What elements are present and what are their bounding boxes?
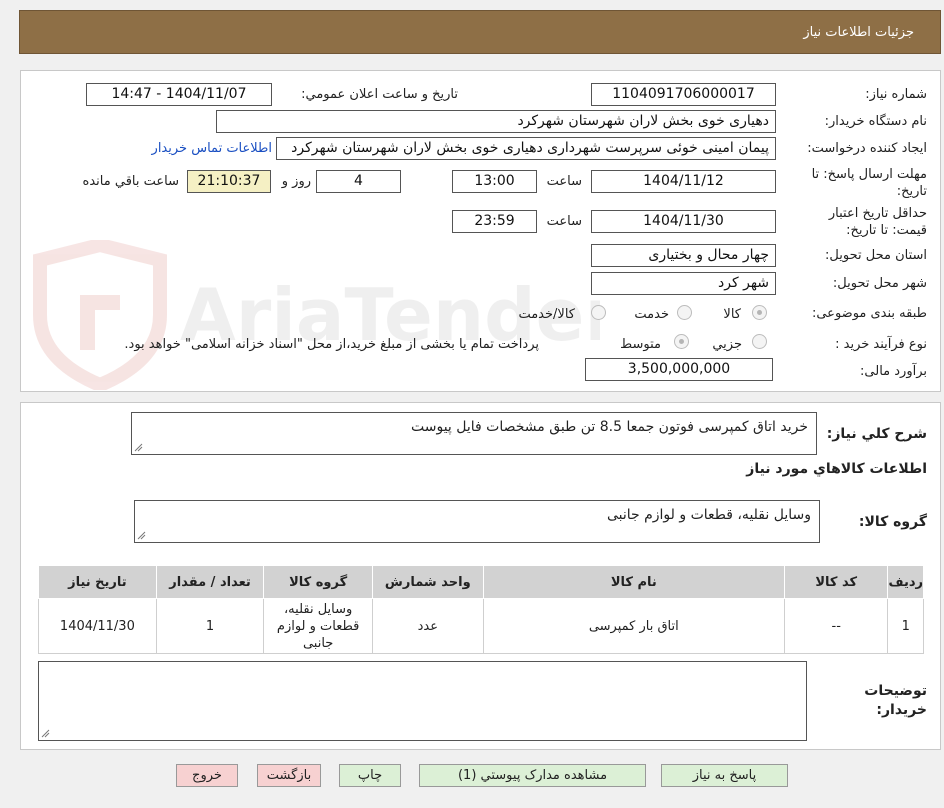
process-radio-minor[interactable] (752, 334, 767, 349)
buyer-contact-link[interactable]: اطلاعات تماس خریدار (152, 141, 272, 156)
cell-row: 1 (887, 598, 924, 654)
buyer-notes-text[interactable] (38, 661, 807, 741)
budget-label: برآورد مالی: (860, 364, 927, 379)
process-option-minor: جزیي (712, 337, 742, 352)
days-remaining-field: 4 (316, 170, 401, 193)
col-group: گروه کالا (263, 565, 373, 599)
announce-field: 1404/11/07 - 14:47 (86, 83, 272, 106)
requester-label: ایجاد کننده درخواست: (807, 141, 927, 156)
goods-info-title: اطلاعات کالاهاي مورد نیاز (746, 461, 927, 477)
buyer-notes-label: توضیحات خریدار: (864, 683, 927, 718)
validity-date-field: 1404/11/30 (591, 210, 776, 233)
col-date: تاریخ نیاز (38, 565, 157, 599)
days-label: روز و (281, 174, 311, 189)
category-label: طبقه بندی موضوعی: (811, 306, 927, 321)
goods-group-text: وسایل نقلیه، قطعات و لوازم جانبی (134, 500, 820, 543)
cell-date: 1404/11/30 (38, 598, 157, 654)
exit-button[interactable]: خروج (176, 764, 238, 787)
description-label: شرح کلي نیاز: (826, 426, 927, 442)
validity-label: حداقل تاريخ اعتبار قیمت: تا تاریخ: (828, 206, 927, 238)
remaining-time-field: 21:10:37 (187, 170, 271, 193)
view-attachments-button[interactable]: مشاهده مدارک پیوستي (1) (419, 764, 646, 787)
budget-field: 3,500,000,000 (585, 358, 773, 381)
back-button[interactable]: بازگشت (257, 764, 321, 787)
requester-field: پیمان امینی خوئی سرپرست شهرداری دهیاری خ… (276, 137, 776, 160)
cell-code: -- (783, 598, 889, 654)
process-note: پرداخت تمام یا بخشی از مبلغ خرید،از محل … (124, 337, 539, 352)
page-header: جزئیات اطلاعات نیاز (19, 10, 941, 54)
description-text: خرید اتاق کمپرسی فوتون جمعا 8.5 تن طبق م… (131, 412, 817, 455)
col-name: نام کالا (482, 565, 785, 599)
cell-unit: عدد (371, 598, 484, 654)
city-label: شهر محل تحویل: (832, 276, 927, 291)
category-option-goods: کالا (723, 307, 741, 322)
category-radio-goods[interactable] (752, 305, 767, 320)
reply-button[interactable]: پاسخ به نیاز (661, 764, 788, 787)
category-radio-goods-service[interactable] (591, 305, 606, 320)
validity-time-field: 23:59 (452, 210, 537, 233)
validity-time-label: ساعت (546, 214, 582, 229)
process-radio-medium[interactable] (674, 334, 689, 349)
items-table: ردیف کد کالا نام کالا واحد شمارش گروه کا… (38, 565, 924, 654)
cell-name: اتاق بار کمپرسی (482, 598, 785, 654)
buyer-org-label: نام دستگاه خریدار: (824, 114, 927, 129)
col-qty: تعداد / مقدار (155, 565, 265, 599)
table-row: 1 -- اتاق بار کمپرسی عدد وسایل نقلیه، قط… (38, 598, 924, 654)
deadline-time-field: 13:00 (452, 170, 537, 193)
col-unit: واحد شمارش (371, 565, 484, 599)
city-field: شهر کرد (591, 272, 776, 295)
category-radio-service[interactable] (677, 305, 692, 320)
cell-group: وسایل نقلیه، قطعات و لوازم جانبی (263, 598, 373, 654)
process-option-medium: متوسط (620, 337, 661, 352)
table-header-row: ردیف کد کالا نام کالا واحد شمارش گروه کا… (38, 565, 924, 599)
goods-group-label: گروه کالا: (858, 514, 927, 530)
resize-grip-icon[interactable] (134, 443, 143, 452)
buyer-org-field: دهیاری خوی بخش لاران شهرستان شهرکرد (216, 110, 776, 133)
deadline-label: مهلت ارسال پاسخ: تا تاریخ: (811, 167, 927, 199)
category-option-service: خدمت (634, 307, 669, 322)
col-row: ردیف (887, 565, 924, 599)
deadline-date-field: 1404/11/12 (591, 170, 776, 193)
province-label: استان محل تحویل: (825, 248, 927, 263)
process-label: نوع فرآیند خرید : (835, 337, 927, 352)
category-option-goods-service: کالا/خدمت (518, 307, 575, 322)
col-code: کد کالا (783, 565, 889, 599)
deadline-time-label: ساعت (546, 174, 582, 189)
need-number-field: 1104091706000017 (591, 83, 776, 106)
print-button[interactable]: چاپ (339, 764, 401, 787)
announce-label: تاریخ و ساعت اعلان عمومي: (301, 87, 458, 102)
page-title: جزئیات اطلاعات نیاز (803, 25, 914, 40)
cell-qty: 1 (155, 598, 265, 654)
province-field: چهار محال و بختیاری (591, 244, 776, 267)
resize-grip-icon[interactable] (41, 729, 50, 738)
resize-grip-icon[interactable] (137, 531, 146, 540)
need-number-label: شماره نیاز: (865, 87, 927, 102)
remaining-label: ساعت باقي مانده (82, 174, 179, 189)
